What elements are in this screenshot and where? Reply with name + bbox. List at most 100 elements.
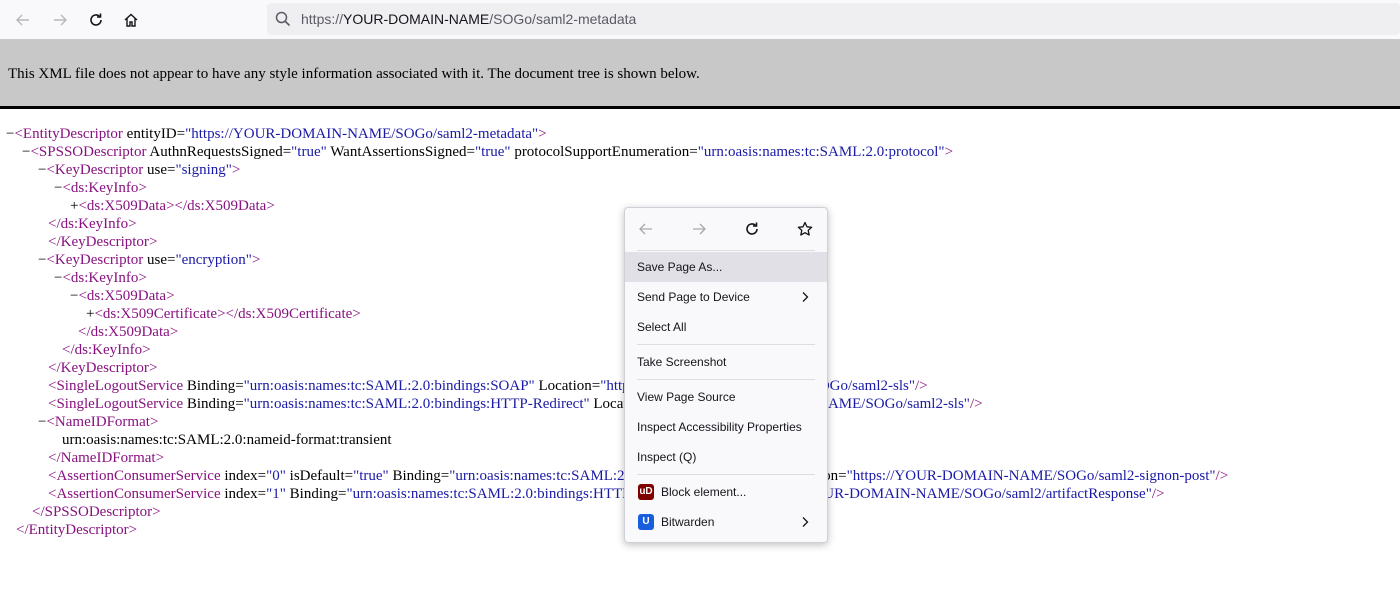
- xml-tag-end: >: [169, 324, 179, 340]
- xml-attr-name: AuthnRequestsSigned=: [146, 144, 292, 160]
- menu-forward-button[interactable]: [690, 220, 708, 238]
- xml-attr-name: Binding=: [183, 396, 244, 412]
- menu-separator: [637, 344, 815, 345]
- menu-item-inspect-accessibility[interactable]: Inspect Accessibility Properties: [625, 412, 827, 442]
- menu-item-label: Inspect Accessibility Properties: [637, 420, 802, 434]
- xml-line: urn:oasis:names:tc:SAML:2.0:nameid-forma…: [62, 431, 392, 449]
- menu-back-button[interactable]: [637, 220, 655, 238]
- xml-tag: </ds:X509Data: [78, 324, 170, 340]
- reload-button[interactable]: [83, 7, 109, 33]
- arrow-left-icon: [16, 14, 29, 26]
- xml-tag: <AssertionConsumerService: [48, 486, 221, 502]
- chevron-right-icon: [802, 292, 809, 302]
- xml-attr-name: entityID=: [122, 126, 186, 142]
- reload-icon: [746, 222, 758, 235]
- xml-info-message: This XML file does not appear to have an…: [8, 66, 700, 82]
- xml-line: </SPSSODescriptor>: [32, 503, 161, 521]
- arrow-right-icon: [54, 14, 67, 26]
- xml-tag-end: >: [155, 450, 165, 466]
- menu-separator: [637, 379, 815, 380]
- context-menu-nav-row: [625, 208, 827, 250]
- xml-line: </NameIDFormat>: [48, 449, 164, 467]
- url-domain: YOUR-DOMAIN-NAME: [343, 11, 490, 27]
- menu-item-label: Send Page to Device: [637, 290, 750, 304]
- menu-item-take-screenshot[interactable]: Take Screenshot: [625, 347, 827, 377]
- context-menu: Save Page As... Send Page to Device Sele…: [624, 207, 828, 543]
- xml-line: −<KeyDescriptor use="signing">: [38, 161, 240, 179]
- menu-item-bitwarden[interactable]: U Bitwarden: [625, 507, 827, 537]
- menu-bookmark-button[interactable]: [796, 220, 814, 238]
- xml-info-banner: This XML file does not appear to have an…: [0, 39, 1400, 109]
- menu-item-select-all[interactable]: Select All: [625, 312, 827, 342]
- menu-reload-button[interactable]: [743, 220, 761, 238]
- xml-tag-end: ></ds:X509Data>: [166, 198, 275, 214]
- url-prefix: https://: [301, 11, 344, 27]
- url-path: /SOGo/saml2-metadata: [489, 11, 637, 27]
- menu-item-block-element[interactable]: uD Block element...: [625, 477, 827, 507]
- menu-item-label: Take Screenshot: [637, 355, 727, 369]
- menu-item-label: Inspect (Q): [637, 450, 697, 464]
- xml-attr-name: index=: [220, 468, 267, 484]
- xml-attr-value: "1": [266, 486, 286, 502]
- xml-attr-name: Binding=: [285, 486, 347, 502]
- xml-tag: <KeyDescriptor: [46, 252, 144, 268]
- xml-tag: <ds:X509Data: [78, 198, 167, 214]
- xml-line: −<ds:KeyInfo>: [54, 179, 147, 197]
- xml-line: </KeyDescriptor>: [48, 233, 157, 251]
- xml-attr-name: protocolSupportEnumeration=: [510, 144, 698, 160]
- xml-tag-end: >: [128, 216, 137, 232]
- menu-item-inspect[interactable]: Inspect (Q): [625, 442, 827, 472]
- xml-tag-end: >: [152, 504, 161, 520]
- url-text[interactable]: https://YOUR-DOMAIN-NAME/SOGo/saml2-meta…: [301, 11, 636, 27]
- xml-tag-end: >: [944, 144, 954, 160]
- xml-attr-name: Location=: [534, 378, 601, 394]
- xml-line: <AssertionConsumerService index="1" Bind…: [48, 485, 1164, 503]
- xml-line: </ds:KeyInfo>: [48, 215, 137, 233]
- xml-tag: <EntityDescriptor: [14, 126, 123, 142]
- xml-line: +<ds:X509Data></ds:X509Data>: [70, 197, 275, 215]
- xml-line: −<ds:KeyInfo>: [54, 269, 147, 287]
- xml-tag-end: />: [1215, 468, 1229, 484]
- xml-attr-value: "encryption": [175, 252, 252, 268]
- xml-attr-value: "urn:oasis:names:tc:SAML:2.0:bindings:HT…: [243, 396, 590, 412]
- menu-item-view-page-source[interactable]: View Page Source: [625, 382, 827, 412]
- back-button[interactable]: [10, 7, 36, 33]
- chevron-right-icon: [802, 517, 809, 527]
- home-icon: [124, 13, 138, 27]
- xml-attr-name: Binding=: [388, 468, 450, 484]
- xml-tag-end: >: [149, 414, 159, 430]
- browser-toolbar: https://YOUR-DOMAIN-NAME/SOGo/saml2-meta…: [0, 0, 1400, 39]
- menu-item-label: Bitwarden: [661, 515, 715, 529]
- menu-item-send-page-to-device[interactable]: Send Page to Device: [625, 282, 827, 312]
- menu-item-save-page-as[interactable]: Save Page As...: [625, 252, 827, 282]
- xml-attr-value: "urn:oasis:names:tc:SAML:2.0:bindings:SO…: [243, 378, 535, 394]
- xml-tag-end: >: [251, 252, 261, 268]
- xml-tag: <KeyDescriptor: [46, 162, 144, 178]
- xml-line: </KeyDescriptor>: [48, 359, 157, 377]
- home-button[interactable]: [118, 7, 144, 33]
- xml-tag-end: >: [166, 288, 175, 304]
- xml-attr-name: WantAssertionsSigned=: [326, 144, 475, 160]
- xml-tag: <ds:X509Certificate: [94, 306, 218, 322]
- menu-item-label: Block element...: [661, 485, 747, 499]
- xml-tag-end: >: [538, 126, 547, 142]
- url-bar[interactable]: https://YOUR-DOMAIN-NAME/SOGo/saml2-meta…: [267, 3, 1400, 35]
- search-icon: [275, 11, 291, 27]
- bitwarden-icon: U: [638, 514, 654, 530]
- xml-tag: <SPSSODescriptor: [30, 144, 147, 160]
- forward-button[interactable]: [47, 7, 73, 33]
- xml-attr-value: "true": [474, 144, 511, 160]
- xml-line: </EntityDescriptor>: [16, 521, 137, 539]
- star-icon: [797, 221, 813, 236]
- xml-tag: </ds:KeyInfo: [62, 342, 143, 358]
- xml-line: −<SPSSODescriptor AuthnRequestsSigned="t…: [22, 143, 953, 161]
- xml-tag: <AssertionConsumerService: [48, 468, 221, 484]
- xml-tag-end: />: [914, 378, 928, 394]
- xml-text-node: urn:oasis:names:tc:SAML:2.0:nameid-forma…: [62, 432, 392, 448]
- menu-item-label: Select All: [637, 320, 687, 334]
- xml-tag: <SingleLogoutService: [48, 396, 184, 412]
- xml-tag-end: >: [231, 162, 241, 178]
- xml-tag-end: >: [142, 342, 151, 358]
- arrow-left-icon: [639, 223, 652, 235]
- xml-attr-value: "0": [266, 468, 286, 484]
